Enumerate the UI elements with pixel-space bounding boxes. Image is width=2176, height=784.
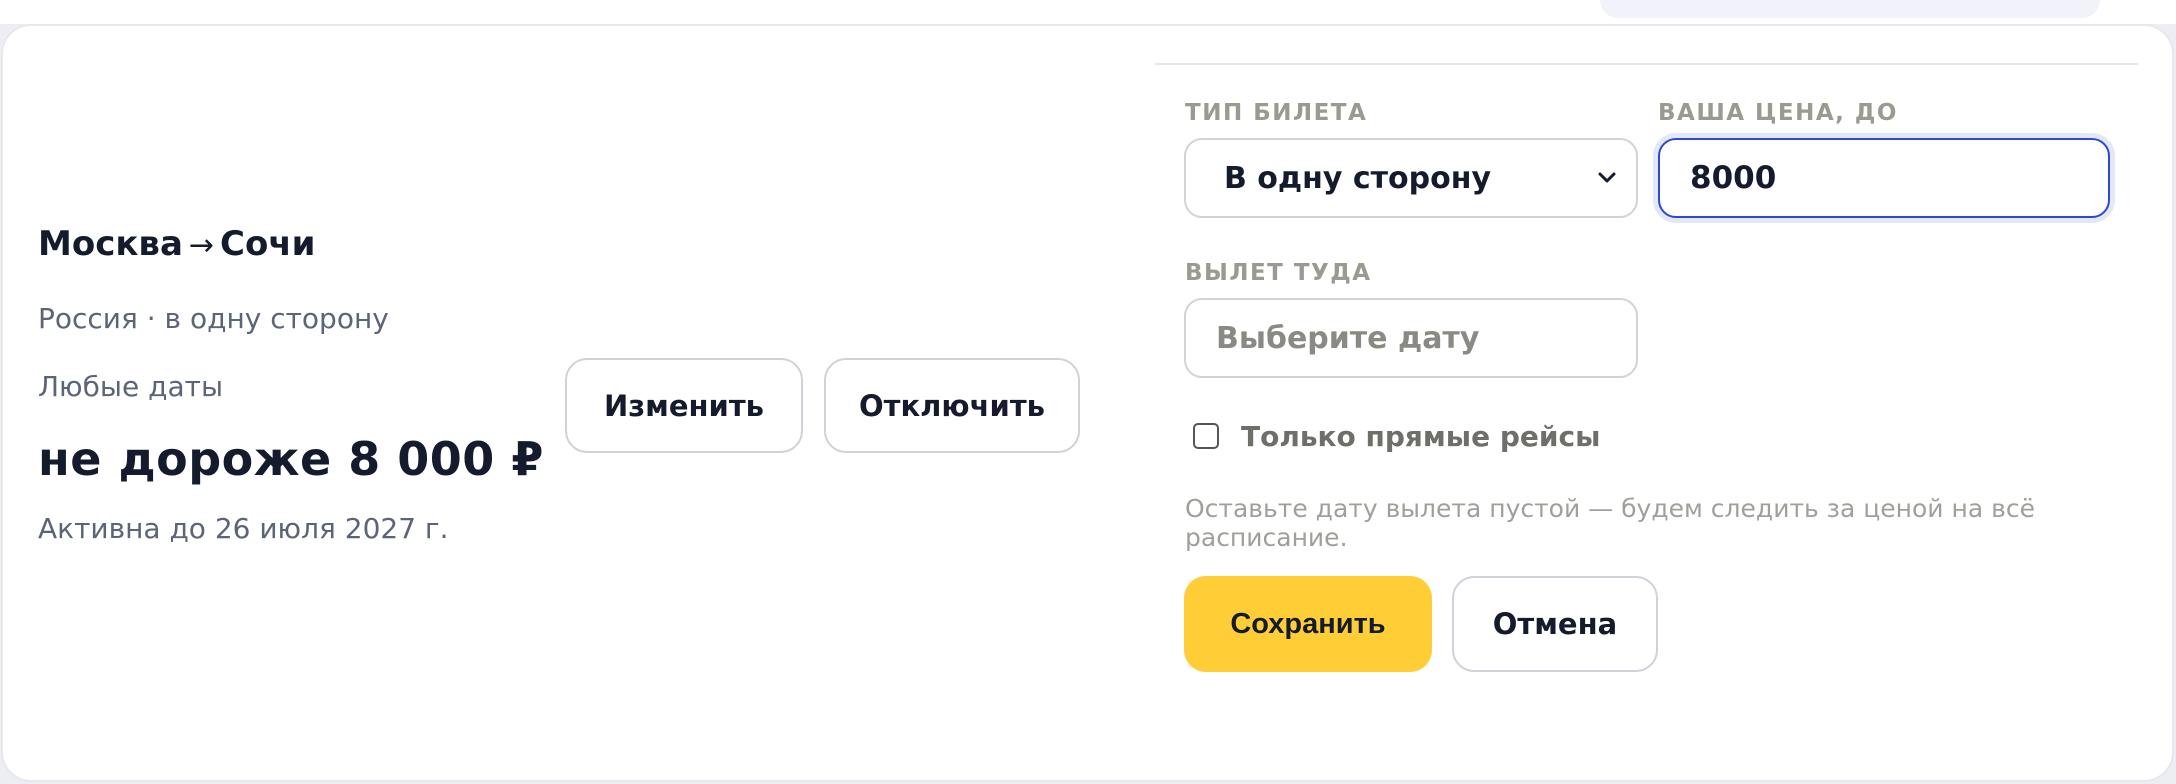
direct-only-checkbox[interactable] — [1193, 423, 1219, 449]
form-hint: Оставьте дату вылета пустой — будем след… — [1185, 494, 2035, 552]
ticket-type-select[interactable]: В одну сторону — [1184, 138, 1638, 218]
save-button[interactable]: Сохранить — [1184, 576, 1432, 672]
form-divider — [1155, 63, 2138, 65]
cancel-button[interactable]: Отмена — [1452, 576, 1658, 672]
price-label: ВАША ЦЕНА, ДО — [1658, 100, 1898, 126]
route-to: Сочи — [220, 224, 316, 264]
route-subtitle: Россия · в одну сторону — [38, 302, 389, 335]
depart-date-input[interactable]: Выберите дату — [1184, 298, 1638, 378]
disable-button[interactable]: Отключить — [824, 358, 1080, 453]
active-until: Активна до 26 июля 2027 г. — [38, 512, 449, 545]
depart-date-label: ВЫЛЕТ ТУДА — [1185, 260, 1372, 286]
depart-date-placeholder: Выберите дату — [1216, 320, 1480, 356]
price-input[interactable]: 8000 — [1658, 138, 2110, 218]
ticket-type-value: В одну сторону — [1224, 160, 1492, 196]
route-from: Москва — [38, 224, 183, 264]
price-limit: не дороже 8 000 ₽ — [38, 432, 544, 486]
ticket-type-label: ТИП БИЛЕТА — [1185, 100, 1368, 126]
direct-only-label[interactable]: Только прямые рейсы — [1241, 420, 1600, 453]
edit-button[interactable]: Изменить — [565, 358, 803, 453]
chevron-down-icon — [1598, 172, 1616, 183]
top-glow — [1600, 0, 2100, 18]
route-arrow-icon: → — [188, 228, 215, 263]
price-input-value: 8000 — [1690, 160, 1777, 196]
route-title: Москва → Сочи — [38, 224, 316, 264]
route-dates: Любые даты — [38, 370, 224, 403]
